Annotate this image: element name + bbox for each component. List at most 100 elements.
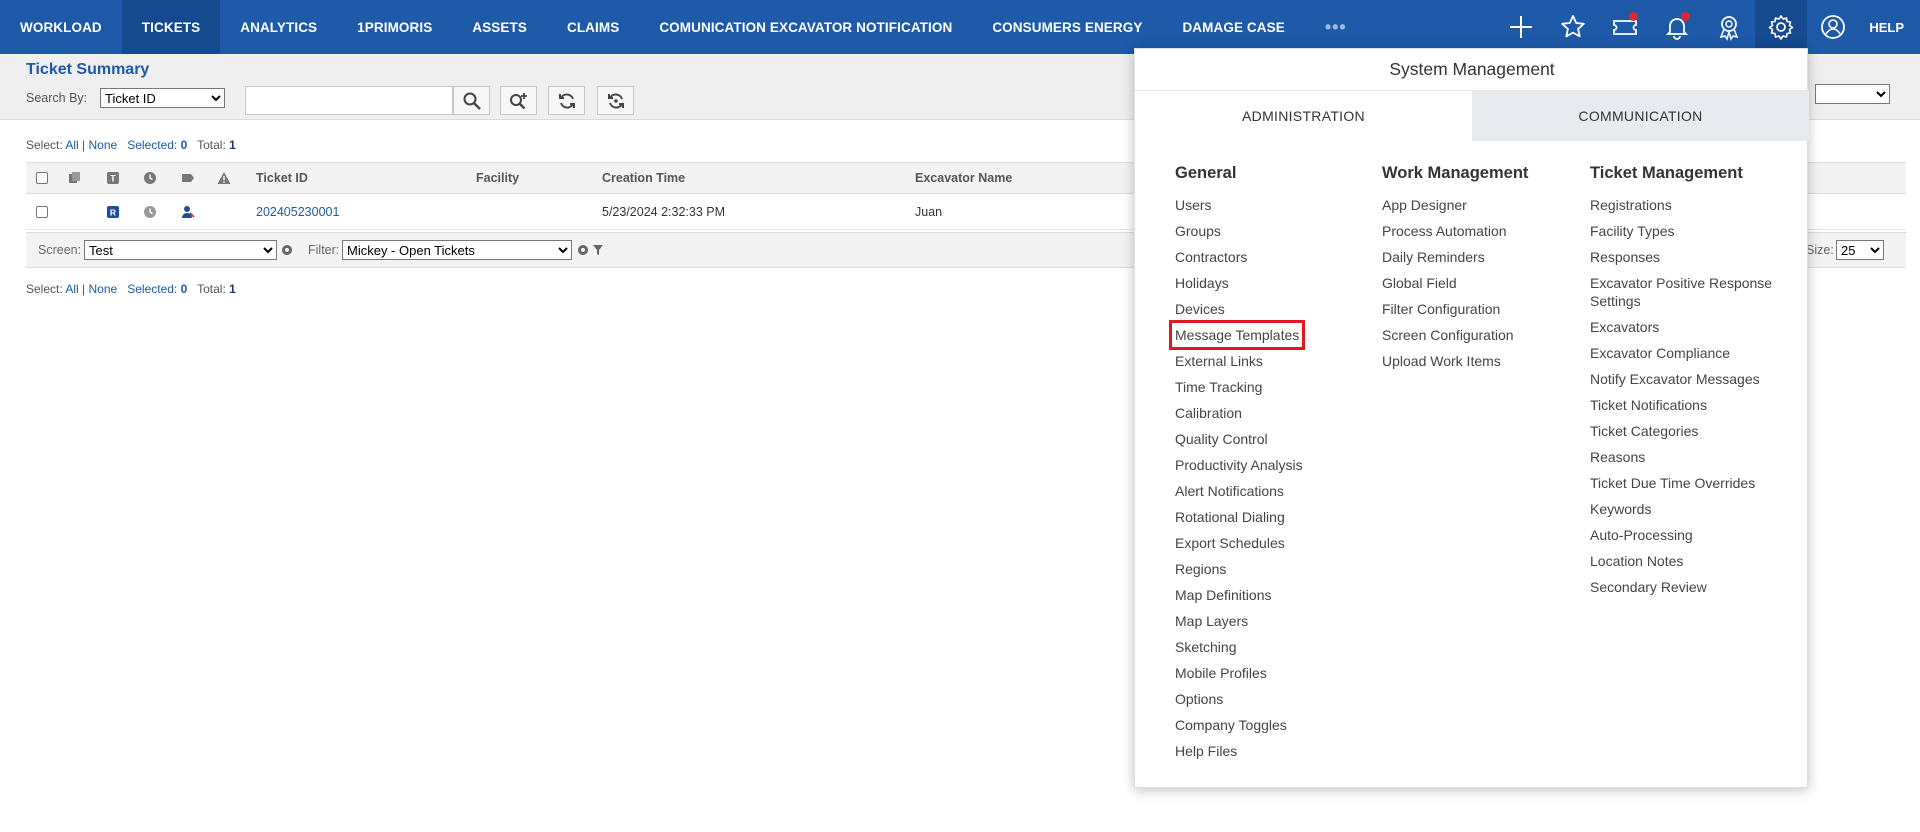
page-size-select[interactable]: 25 <box>1836 240 1884 260</box>
select-all-link[interactable]: All <box>65 282 78 296</box>
select-none-link[interactable]: None <box>89 282 118 296</box>
help-link[interactable]: HELP <box>1859 20 1920 35</box>
gear-icon[interactable] <box>1755 0 1808 54</box>
menu-item-options[interactable]: Options <box>1175 690 1365 708</box>
menu-item-message-templates[interactable]: Message Templates <box>1168 320 1306 350</box>
selected-label: Selected: <box>127 138 178 152</box>
nav-comunication-excavator-notification[interactable]: COMUNICATION EXCAVATOR NOTIFICATION <box>639 0 972 54</box>
separator: | <box>82 138 86 152</box>
selection-summary-top: Select: All | None Selected: 0 Total: 1 <box>26 138 236 152</box>
select-all-checkbox[interactable] <box>36 163 48 193</box>
menu-item-reasons[interactable]: Reasons <box>1590 448 1780 466</box>
view-select[interactable] <box>1815 84 1890 104</box>
menu-item-app-designer[interactable]: App Designer <box>1382 196 1572 214</box>
menu-item-company-toggles[interactable]: Company Toggles <box>1175 716 1365 734</box>
filter-edit-icon[interactable] <box>592 233 606 267</box>
menu-item-map-layers[interactable]: Map Layers <box>1175 612 1365 630</box>
separator: | <box>82 282 86 296</box>
award-icon[interactable] <box>1703 0 1755 54</box>
menu-item-ticket-categories[interactable]: Ticket Categories <box>1590 422 1780 440</box>
menu-item-global-field[interactable]: Global Field <box>1382 274 1572 292</box>
auto-refresh-button[interactable] <box>597 86 634 115</box>
screen-settings-icon[interactable] <box>280 233 294 267</box>
search-input[interactable] <box>245 86 453 115</box>
advanced-search-button[interactable] <box>500 86 537 115</box>
menu-item-filter-configuration[interactable]: Filter Configuration <box>1382 300 1572 318</box>
nav-workload[interactable]: WORKLOAD <box>0 0 122 54</box>
menu-item-calibration[interactable]: Calibration <box>1175 404 1365 422</box>
ticket-type-badge: R <box>106 194 120 229</box>
menu-item-mobile-profiles[interactable]: Mobile Profiles <box>1175 664 1365 682</box>
menu-item-excavator-compliance[interactable]: Excavator Compliance <box>1590 344 1780 362</box>
select-all-link[interactable]: All <box>65 138 78 152</box>
menu-item-location-notes[interactable]: Location Notes <box>1590 552 1780 570</box>
ticket-icon[interactable] <box>1599 0 1651 54</box>
plus-icon[interactable] <box>1495 0 1547 54</box>
tab-communication[interactable]: COMMUNICATION <box>1472 91 1809 141</box>
menu-item-process-automation[interactable]: Process Automation <box>1382 222 1572 240</box>
menu-item-rotational-dialing[interactable]: Rotational Dialing <box>1175 508 1365 526</box>
menu-item-sketching[interactable]: Sketching <box>1175 638 1365 656</box>
menu-item-groups[interactable]: Groups <box>1175 222 1365 240</box>
menu-item-excavator-positive-response-settings[interactable]: Excavator Positive Response Settings <box>1590 274 1780 310</box>
refresh-button[interactable] <box>548 86 585 115</box>
star-icon[interactable] <box>1547 0 1599 54</box>
nav-tickets[interactable]: TICKETS <box>121 0 221 54</box>
menu-item-auto-processing[interactable]: Auto-Processing <box>1590 526 1780 544</box>
row-checkbox[interactable] <box>36 194 48 229</box>
menu-item-upload-work-items[interactable]: Upload Work Items <box>1382 352 1572 370</box>
column-ticket-id[interactable]: Ticket ID <box>256 163 308 193</box>
menu-item-daily-reminders[interactable]: Daily Reminders <box>1382 248 1572 266</box>
menu-item-responses[interactable]: Responses <box>1590 248 1780 266</box>
filter-select[interactable]: Mickey - Open Tickets <box>342 240 572 260</box>
nav-analytics[interactable]: ANALYTICS <box>220 0 337 54</box>
panel-title: System Management <box>1135 49 1809 91</box>
work-management-heading: Work Management <box>1382 164 1529 182</box>
bell-icon[interactable] <box>1651 0 1703 54</box>
user-assignment-icon[interactable] <box>181 194 195 229</box>
select-none-link[interactable]: None <box>89 138 118 152</box>
ticket-management-heading: Ticket Management <box>1590 164 1743 182</box>
nav-consumers-energy[interactable]: CONSUMERS ENERGY <box>972 0 1162 54</box>
tab-administration[interactable]: ADMINISTRATION <box>1135 91 1472 141</box>
menu-item-export-schedules[interactable]: Export Schedules <box>1175 534 1365 552</box>
menu-item-external-links[interactable]: External Links <box>1175 352 1365 370</box>
ticket-id-link[interactable]: 202405230001 <box>256 194 339 229</box>
menu-item-facility-types[interactable]: Facility Types <box>1590 222 1780 240</box>
menu-item-notify-excavator-messages[interactable]: Notify Excavator Messages <box>1590 370 1780 388</box>
menu-item-devices[interactable]: Devices <box>1175 300 1365 318</box>
menu-item-ticket-notifications[interactable]: Ticket Notifications <box>1590 396 1780 414</box>
search-by-select[interactable]: Ticket ID <box>100 88 225 108</box>
menu-item-regions[interactable]: Regions <box>1175 560 1365 578</box>
svg-text:T: T <box>110 174 116 184</box>
column-excavator-name[interactable]: Excavator Name <box>915 163 1012 193</box>
user-icon[interactable] <box>1807 0 1859 54</box>
menu-item-secondary-review[interactable]: Secondary Review <box>1590 578 1780 596</box>
menu-item-time-tracking[interactable]: Time Tracking <box>1175 378 1365 396</box>
menu-item-users[interactable]: Users <box>1175 196 1365 214</box>
nav-claims[interactable]: CLAIMS <box>547 0 639 54</box>
menu-item-map-definitions[interactable]: Map Definitions <box>1175 586 1365 604</box>
screen-select[interactable]: Test <box>84 240 277 260</box>
nav-more-icon[interactable]: ••• <box>1305 0 1367 54</box>
menu-item-alert-notifications[interactable]: Alert Notifications <box>1175 482 1365 500</box>
menu-item-ticket-due-time-overrides[interactable]: Ticket Due Time Overrides <box>1590 474 1780 492</box>
filter-settings-icon[interactable] <box>576 233 590 267</box>
nav-damage-case[interactable]: DAMAGE CASE <box>1162 0 1304 54</box>
menu-item-productivity-analysis[interactable]: Productivity Analysis <box>1175 456 1365 474</box>
menu-item-keywords[interactable]: Keywords <box>1590 500 1780 518</box>
nav-1primoris[interactable]: 1PRIMORIS <box>337 0 452 54</box>
excavator-name-cell: Juan <box>915 204 943 219</box>
type-column-icon: T <box>106 163 120 193</box>
menu-item-contractors[interactable]: Contractors <box>1175 248 1365 266</box>
search-button[interactable] <box>453 86 490 115</box>
menu-item-help-files[interactable]: Help Files <box>1175 742 1365 760</box>
menu-item-screen-configuration[interactable]: Screen Configuration <box>1382 326 1572 344</box>
column-creation-time[interactable]: Creation Time <box>602 163 685 193</box>
menu-item-excavators[interactable]: Excavators <box>1590 318 1780 336</box>
column-facility[interactable]: Facility <box>476 163 519 193</box>
nav-assets[interactable]: ASSETS <box>452 0 547 54</box>
menu-item-registrations[interactable]: Registrations <box>1590 196 1780 214</box>
menu-item-holidays[interactable]: Holidays <box>1175 274 1365 292</box>
menu-item-quality-control[interactable]: Quality Control <box>1175 430 1365 448</box>
